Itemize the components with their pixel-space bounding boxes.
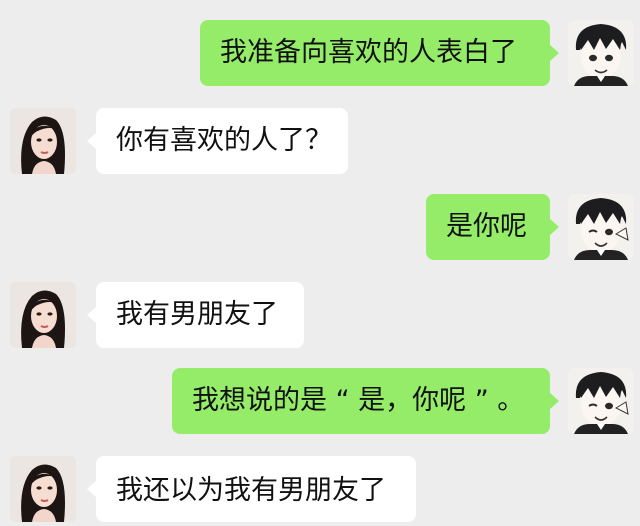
message-bubble-outgoing[interactable]: 我想说的是 “ 是，你呢 ” 。 xyxy=(172,368,559,434)
girl-photo-avatar-icon[interactable] xyxy=(10,282,76,348)
girl-photo-avatar-icon[interactable] xyxy=(10,456,76,522)
message-bubble-outgoing[interactable]: 我准备向喜欢的人表白了 xyxy=(200,20,559,86)
message-row: 我还以为我有男朋友了 xyxy=(0,456,640,524)
message-row: 我想说的是 “ 是，你呢 ” 。 xyxy=(0,368,640,436)
anime-boy-avatar-icon[interactable] xyxy=(568,368,634,434)
chat-window: 我准备向喜欢的人表白了 你有喜欢的人了？ 是你呢 我有男朋友了 我想说的是 “ … xyxy=(0,0,640,522)
message-bubble-outgoing[interactable]: 是你呢 xyxy=(426,194,559,260)
message-row: 我有男朋友了 xyxy=(0,282,640,350)
message-row: 你有喜欢的人了？ xyxy=(0,108,640,176)
anime-boy-avatar-icon[interactable] xyxy=(568,194,634,260)
anime-boy-avatar-icon[interactable] xyxy=(568,20,634,86)
message-row: 我准备向喜欢的人表白了 xyxy=(0,20,640,88)
girl-photo-avatar-icon[interactable] xyxy=(10,108,76,174)
message-bubble-incoming[interactable]: 我还以为我有男朋友了 xyxy=(87,456,416,522)
message-bubble-incoming[interactable]: 你有喜欢的人了？ xyxy=(87,108,348,174)
message-bubble-incoming[interactable]: 我有男朋友了 xyxy=(87,282,304,348)
message-row: 是你呢 xyxy=(0,194,640,262)
